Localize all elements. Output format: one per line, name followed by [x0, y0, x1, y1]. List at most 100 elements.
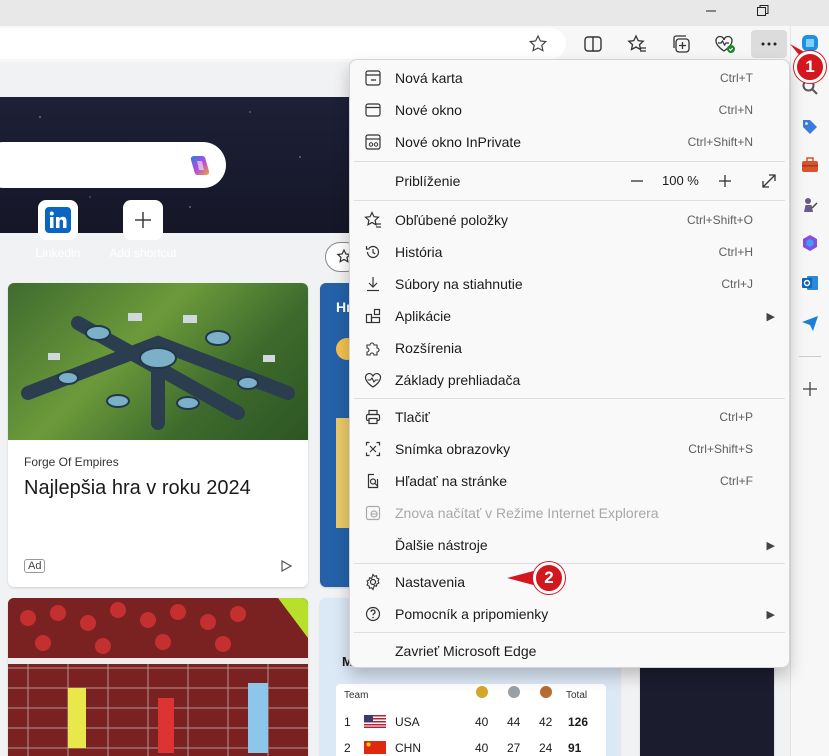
- inprivate-icon: [354, 126, 392, 158]
- menu-item-browser-essentials[interactable]: Základy prehliadača: [354, 364, 785, 396]
- menu-item-label: Tlačiť: [395, 409, 430, 425]
- favorites-button[interactable]: [622, 30, 652, 58]
- ie-mode-icon: [354, 497, 392, 529]
- menu-item-settings[interactable]: Nastavenia: [354, 566, 785, 598]
- rank: 2: [344, 741, 351, 755]
- minimize-icon: [706, 10, 716, 12]
- collections-button[interactable]: [666, 30, 696, 58]
- bronze-count: 42: [539, 715, 553, 729]
- menu-item-extensions[interactable]: Rozšírenia: [354, 332, 785, 364]
- ad-choices-icon[interactable]: [280, 560, 292, 572]
- menu-item-new-window[interactable]: Nové okno Ctrl+N: [354, 94, 785, 126]
- menu-item-new-inprivate-window[interactable]: Nové okno InPrivate Ctrl+Shift+N: [354, 126, 785, 158]
- minimize-button[interactable]: [688, 0, 734, 22]
- zoom-out-button[interactable]: [628, 172, 646, 190]
- restore-icon: [757, 5, 769, 16]
- collections-icon: [673, 35, 690, 53]
- medals-table: Team Total 1 USA 40 44 42 126 2 CHN 40 2…: [336, 684, 606, 756]
- shortcut-label: Linkedin: [35, 246, 81, 260]
- toolbox-icon: [802, 157, 818, 172]
- split-screen-button[interactable]: [578, 30, 608, 58]
- menu-item-apps[interactable]: Aplikácie ▶: [354, 300, 785, 332]
- search-box[interactable]: [0, 142, 226, 188]
- menu-item-shortcut: Ctrl+F: [720, 474, 753, 488]
- menu-item-label: Nastavenia: [395, 574, 466, 590]
- settings-icon: [354, 566, 392, 598]
- menu-item-shortcut: Ctrl+Shift+N: [687, 135, 753, 149]
- menu-separator: [354, 563, 785, 564]
- drop-sidebar-button[interactable]: [799, 312, 821, 334]
- menu-item-close-edge[interactable]: Zavrieť Microsoft Edge: [354, 635, 785, 667]
- menu-item-new-tab[interactable]: Nová karta Ctrl+T: [354, 62, 785, 94]
- sports-card[interactable]: [8, 598, 308, 756]
- chess-piece-icon: [804, 198, 818, 212]
- full-screen-button[interactable]: [760, 172, 778, 190]
- menu-item-shortcut: Ctrl+P: [719, 410, 753, 424]
- add-shortcut-button[interactable]: Add shortcut: [103, 200, 183, 260]
- annotation-badge-2: 2: [533, 562, 565, 594]
- menu-separator: [354, 398, 785, 399]
- menu-item-label: Hľadať na stránke: [395, 473, 508, 489]
- customize-sidebar-button[interactable]: [799, 378, 821, 400]
- games-sidebar-button[interactable]: [799, 194, 821, 216]
- menu-item-label: Nová karta: [395, 70, 463, 86]
- shortcut-linkedin[interactable]: Linkedin: [18, 200, 98, 260]
- plus-icon: [803, 382, 817, 396]
- menu-item-shortcut: Ctrl+N: [718, 103, 753, 117]
- menu-item-print[interactable]: Tlačiť Ctrl+P: [354, 401, 785, 433]
- zoom-in-button[interactable]: [716, 172, 734, 190]
- browser-essentials-button[interactable]: [710, 30, 740, 58]
- menu-item-label: Pomocník a pripomienky: [395, 606, 549, 622]
- add-favorite-star-icon[interactable]: [528, 34, 548, 54]
- microsoft365-sidebar-button[interactable]: [799, 232, 821, 254]
- browser-essentials-icon: [354, 364, 392, 396]
- game-image: [8, 283, 308, 440]
- minus-icon: [631, 180, 643, 182]
- print-icon: [354, 401, 392, 433]
- expand-diagonal-icon: [762, 174, 776, 188]
- silver-medal-icon: [508, 686, 520, 698]
- table-row[interactable]: 2 CHN 40 27 24 91: [336, 738, 606, 756]
- menu-item-label: Ďalšie nástroje: [395, 537, 488, 553]
- menu-item-more-tools[interactable]: Ďalšie nástroje ▶: [354, 529, 785, 561]
- menu-item-history[interactable]: História Ctrl+H: [354, 236, 785, 268]
- menu-item-screenshot[interactable]: Snímka obrazovky Ctrl+Shift+S: [354, 433, 785, 465]
- table-row[interactable]: 1 USA 40 44 42 126: [336, 712, 606, 732]
- heart-pulse-icon: [715, 35, 735, 53]
- total-count: 126: [568, 715, 589, 729]
- copilot-icon[interactable]: [186, 153, 212, 179]
- menu-item-label: Obľúbené položky: [395, 212, 509, 228]
- ad-card[interactable]: Forge Of Empires Najlepšia hra v roku 20…: [8, 283, 308, 587]
- gold-count: 40: [475, 741, 489, 755]
- bronze-count: 24: [539, 741, 553, 755]
- tag-icon: [803, 120, 817, 134]
- address-bar[interactable]: [0, 28, 566, 59]
- gold-medal-icon: [476, 686, 488, 698]
- china-flag-icon: [364, 741, 386, 754]
- outlook-sidebar-button[interactable]: [799, 272, 821, 294]
- menu-item-label: Znova načítať v Režime Internet Explorer…: [395, 505, 659, 521]
- menu-item-label: Základy prehliadača: [395, 372, 521, 388]
- shopping-sidebar-button[interactable]: [799, 116, 821, 138]
- tools-sidebar-button[interactable]: [799, 154, 821, 176]
- menu-item-label: Súbory na stiahnutie: [395, 276, 523, 292]
- menu-item-help-feedback[interactable]: Pomocník a pripomienky ▶: [354, 598, 785, 630]
- team: USA: [395, 715, 420, 729]
- total-count: 91: [568, 741, 582, 755]
- menu-item-label: Zavrieť Microsoft Edge: [395, 643, 537, 659]
- menu-item-find-on-page[interactable]: Hľadať na stránke Ctrl+F: [354, 465, 785, 497]
- restore-button[interactable]: [740, 0, 786, 22]
- ad-title[interactable]: Najlepšia hra v roku 2024: [24, 477, 294, 500]
- menu-item-favorites[interactable]: Obľúbené položky Ctrl+Shift+O: [354, 204, 785, 236]
- favorites-icon: [354, 204, 392, 236]
- zoom-value: 100 %: [662, 173, 699, 188]
- menu-item-downloads[interactable]: Súbory na stiahnutie Ctrl+J: [354, 268, 785, 300]
- sidebar-divider: [799, 356, 821, 357]
- menu-item-label: Rozšírenia: [395, 340, 462, 356]
- chevron-right-icon: ▶: [766, 311, 775, 323]
- shortcut-label: Add shortcut: [109, 246, 177, 260]
- plus-icon: [123, 200, 163, 240]
- menu-item-label: História: [395, 244, 443, 260]
